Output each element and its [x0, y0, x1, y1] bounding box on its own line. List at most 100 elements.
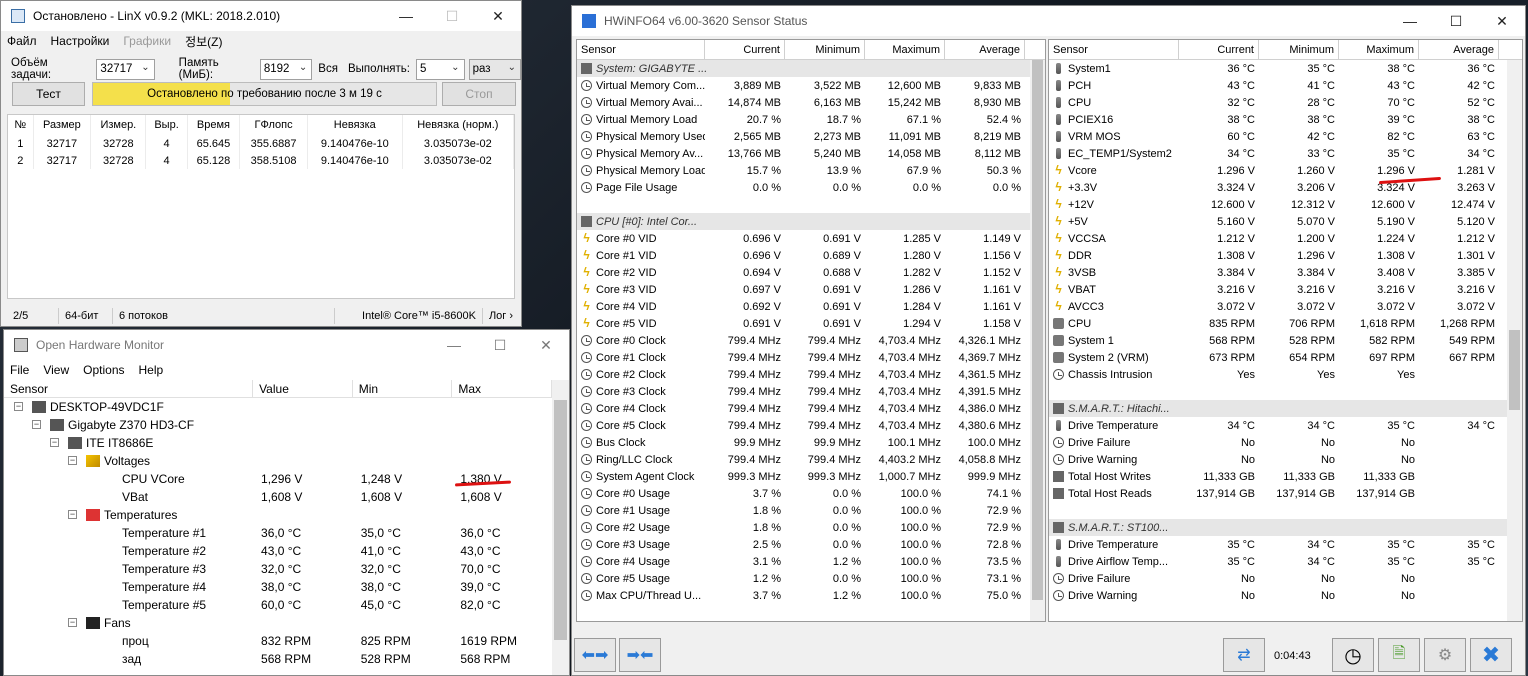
sensor-row[interactable]: System 2 (VRM) 673 RPM 654 RPM 697 RPM 667 R… [1049, 349, 1522, 366]
sensor-row[interactable]: Total Host Writes 11,333 GB 11,333 GB 11,33… [1049, 468, 1522, 485]
col-max[interactable]: Max [452, 380, 552, 397]
menu-info[interactable]: 정보(Z) [185, 33, 222, 50]
sensor-row[interactable]: System Agent Clock 999.3 MHz 999.3 MHz 1,00… [577, 468, 1045, 485]
col-header[interactable]: № [8, 115, 34, 135]
sensor-row[interactable]: System 1 568 RPM 528 RPM 582 RPM 549 RPM [1049, 332, 1522, 349]
col-current[interactable]: Current [1179, 40, 1259, 59]
log-button[interactable]: Лог › [483, 308, 519, 324]
col-sensor[interactable]: Sensor [577, 40, 705, 59]
all-memory-label[interactable]: Вся [318, 63, 338, 75]
sensor-row[interactable]: ϟ AVCC3 3.072 V 3.072 V 3.072 V 3.072 V [1049, 298, 1522, 315]
expand-toggle[interactable]: − [68, 510, 77, 519]
sensor-row[interactable]: Core #0 Clock 799.4 MHz 799.4 MHz 4,703.4 M… [577, 332, 1045, 349]
sensor-row[interactable]: Drive Failure No No No [1049, 434, 1522, 451]
sensor-row[interactable]: ϟ Core #0 VID 0.696 V 0.691 V 1.285 V 1.149 V [577, 230, 1045, 247]
sensor-row[interactable]: Core #5 Clock 799.4 MHz 799.4 MHz 4,703.4 M… [577, 417, 1045, 434]
sensor-row[interactable]: ϟ VBAT 3.216 V 3.216 V 3.216 V 3.216 V [1049, 281, 1522, 298]
sensor-row[interactable]: Core #2 Clock 799.4 MHz 799.4 MHz 4,703.4 M… [577, 366, 1045, 383]
expand-toggle[interactable]: − [68, 618, 77, 627]
expand-toggle[interactable]: − [14, 402, 23, 411]
sensor-row[interactable]: ϟ Core #3 VID 0.697 V 0.691 V 1.286 V 1.161 V [577, 281, 1045, 298]
col-min[interactable]: Min [353, 380, 453, 397]
sensor-group-header[interactable]: System: GIGABYTE ... [577, 60, 1045, 77]
col-maximum[interactable]: Maximum [1339, 40, 1419, 59]
sensor-row[interactable]: EC_TEMP1/System2 34 °C 33 °C 35 °C 34 °C [1049, 145, 1522, 162]
sensor-row[interactable]: Core #3 Usage 2.5 % 0.0 % 100.0 % 72.8 % [577, 536, 1045, 553]
sensor-row[interactable]: Core #2 Usage 1.8 % 0.0 % 100.0 % 72.9 % [577, 519, 1045, 536]
sensor-row[interactable]: PCH 43 °C 41 °C 43 °C 42 °C [1049, 77, 1522, 94]
menu-file[interactable]: Файл [7, 34, 37, 48]
col-header[interactable]: Время [187, 115, 241, 135]
expand-toggle[interactable]: − [50, 438, 59, 447]
sensor-group-header[interactable]: S.M.A.R.T.: ST100... [1049, 519, 1522, 536]
col-maximum[interactable]: Maximum [865, 40, 945, 59]
sensor-row[interactable]: Core #0 Usage 3.7 % 0.0 % 100.0 % 74.1 % [577, 485, 1045, 502]
tree-row[interactable]: Temperature #4 38,0 °C 38,0 °C 39,0 °C [4, 578, 552, 596]
sensor-row[interactable]: Drive Temperature 35 °C 34 °C 35 °C 35 °C [1049, 536, 1522, 553]
maximize-button[interactable]: ☐ [1433, 6, 1479, 36]
left-scrollbar[interactable] [1030, 60, 1045, 621]
scrollbar-thumb[interactable] [1509, 330, 1520, 410]
sensor-row[interactable]: ϟ VCCSA 1.212 V 1.200 V 1.224 V 1.212 V [1049, 230, 1522, 247]
tree-row[interactable]: Temperature #2 43,0 °C 41,0 °C 43,0 °C [4, 542, 552, 560]
menu-view[interactable]: View [43, 363, 69, 377]
col-sensor[interactable]: Sensor [4, 380, 254, 397]
sensor-row[interactable]: Core #4 Clock 799.4 MHz 799.4 MHz 4,703.4 M… [577, 400, 1045, 417]
sensor-row[interactable]: Virtual Memory Com... 3,889 MB 3,522 MB 12,… [577, 77, 1045, 94]
maximize-button[interactable]: ☐ [477, 330, 523, 360]
col-value[interactable]: Value [253, 380, 353, 397]
tree-row[interactable]: проц 832 RPM 825 RPM 1619 RPM [4, 632, 552, 650]
sensor-row[interactable]: ϟ +5V 5.160 V 5.070 V 5.190 V 5.120 V [1049, 213, 1522, 230]
maximize-button[interactable]: ☐ [429, 1, 475, 31]
test-button[interactable]: Тест [12, 82, 85, 106]
sensor-row[interactable]: Max CPU/Thread U... 3.7 % 1.2 % 100.0 % 75.0… [577, 587, 1045, 604]
sensor-row[interactable]: ϟ Core #4 VID 0.692 V 0.691 V 1.284 V 1.161 V [577, 298, 1045, 315]
menu-help[interactable]: Help [139, 363, 164, 377]
menu-graphs[interactable]: Графики [123, 34, 171, 48]
tree-row[interactable]: Temperature #1 36,0 °C 35,0 °C 36,0 °C [4, 524, 552, 542]
col-average[interactable]: Average [945, 40, 1025, 59]
sensor-row[interactable]: Chassis Intrusion Yes Yes Yes [1049, 366, 1522, 383]
tree-row[interactable]: − Temperatures [4, 506, 552, 524]
sensor-row[interactable]: Physical Memory Av... 13,766 MB 5,240 MB 14… [577, 145, 1045, 162]
ohm-scrollbar[interactable] [552, 380, 569, 675]
scrollbar-thumb[interactable] [554, 400, 567, 640]
menu-settings[interactable]: Настройки [51, 34, 110, 48]
sensor-row[interactable]: Virtual Memory Load 20.7 % 18.7 % 67.1 % 52.… [577, 111, 1045, 128]
menu-options[interactable]: Options [83, 363, 124, 377]
col-sensor[interactable]: Sensor [1049, 40, 1179, 59]
col-header[interactable]: Размер [33, 115, 92, 135]
col-minimum[interactable]: Minimum [1259, 40, 1339, 59]
sensor-row[interactable]: Drive Warning No No No [1049, 587, 1522, 604]
sensor-row[interactable]: Drive Airflow Temp... 35 °C 34 °C 35 °C 35 °… [1049, 553, 1522, 570]
sensor-row[interactable]: Core #1 Clock 799.4 MHz 799.4 MHz 4,703.4 M… [577, 349, 1045, 366]
col-minimum[interactable]: Minimum [785, 40, 865, 59]
memory-select[interactable]: 8192 ⌄ [259, 58, 313, 80]
sensor-row[interactable]: Core #1 Usage 1.8 % 0.0 % 100.0 % 72.9 % [577, 502, 1045, 519]
sensor-group-header[interactable]: S.M.A.R.T.: Hitachi... [1049, 400, 1522, 417]
tree-row[interactable]: − Fans [4, 614, 552, 632]
tree-row[interactable]: − Gigabyte Z370 HD3-CF [4, 416, 552, 434]
gear-icon[interactable]: ⚙ [1424, 638, 1466, 672]
sensor-row[interactable]: Drive Warning No No No [1049, 451, 1522, 468]
col-header[interactable]: Невязка (норм.) [402, 115, 515, 135]
sensor-row[interactable]: Drive Failure No No No [1049, 570, 1522, 587]
arrows-expand-icon[interactable]: ⬅➡ [574, 638, 616, 672]
sensor-row[interactable]: ϟ +12V 12.600 V 12.312 V 12.600 V 12.474 V [1049, 196, 1522, 213]
tree-row[interactable]: Temperature #5 60,0 °C 45,0 °C 82,0 °C [4, 596, 552, 614]
network-icon[interactable]: ⇄ [1223, 638, 1265, 672]
sensor-row[interactable]: ϟ Core #2 VID 0.694 V 0.688 V 1.282 V 1.152 V [577, 264, 1045, 281]
sensor-row[interactable]: ϟ DDR 1.308 V 1.296 V 1.308 V 1.301 V [1049, 247, 1522, 264]
sensor-row[interactable]: PCIEX16 38 °C 38 °C 39 °C 38 °C [1049, 111, 1522, 128]
close-button[interactable]: ✕ [523, 330, 569, 360]
sensor-row[interactable]: Core #4 Usage 3.1 % 1.2 % 100.0 % 73.5 % [577, 553, 1045, 570]
task-size-select[interactable]: 32717 ⌄ [96, 58, 155, 80]
sensor-row[interactable]: Physical Memory Used 2,565 MB 2,273 MB 11,0… [577, 128, 1045, 145]
sensor-row[interactable]: Ring/LLC Clock 799.4 MHz 799.4 MHz 4,403.2 … [577, 451, 1045, 468]
run-unit-select[interactable]: раз ⌄ [468, 58, 521, 80]
sensor-row[interactable]: Physical Memory Load 15.7 % 13.9 % 67.9 % 50… [577, 162, 1045, 179]
tree-row[interactable]: Temperature #3 32,0 °C 32,0 °C 70,0 °C [4, 560, 552, 578]
table-row[interactable]: 1 32717 32728 4 65.645 355.6887 9.140476e-10 3.… [8, 135, 515, 152]
sensor-row[interactable]: System1 36 °C 35 °C 38 °C 36 °C [1049, 60, 1522, 77]
clock-icon[interactable]: ◷ [1332, 638, 1374, 672]
